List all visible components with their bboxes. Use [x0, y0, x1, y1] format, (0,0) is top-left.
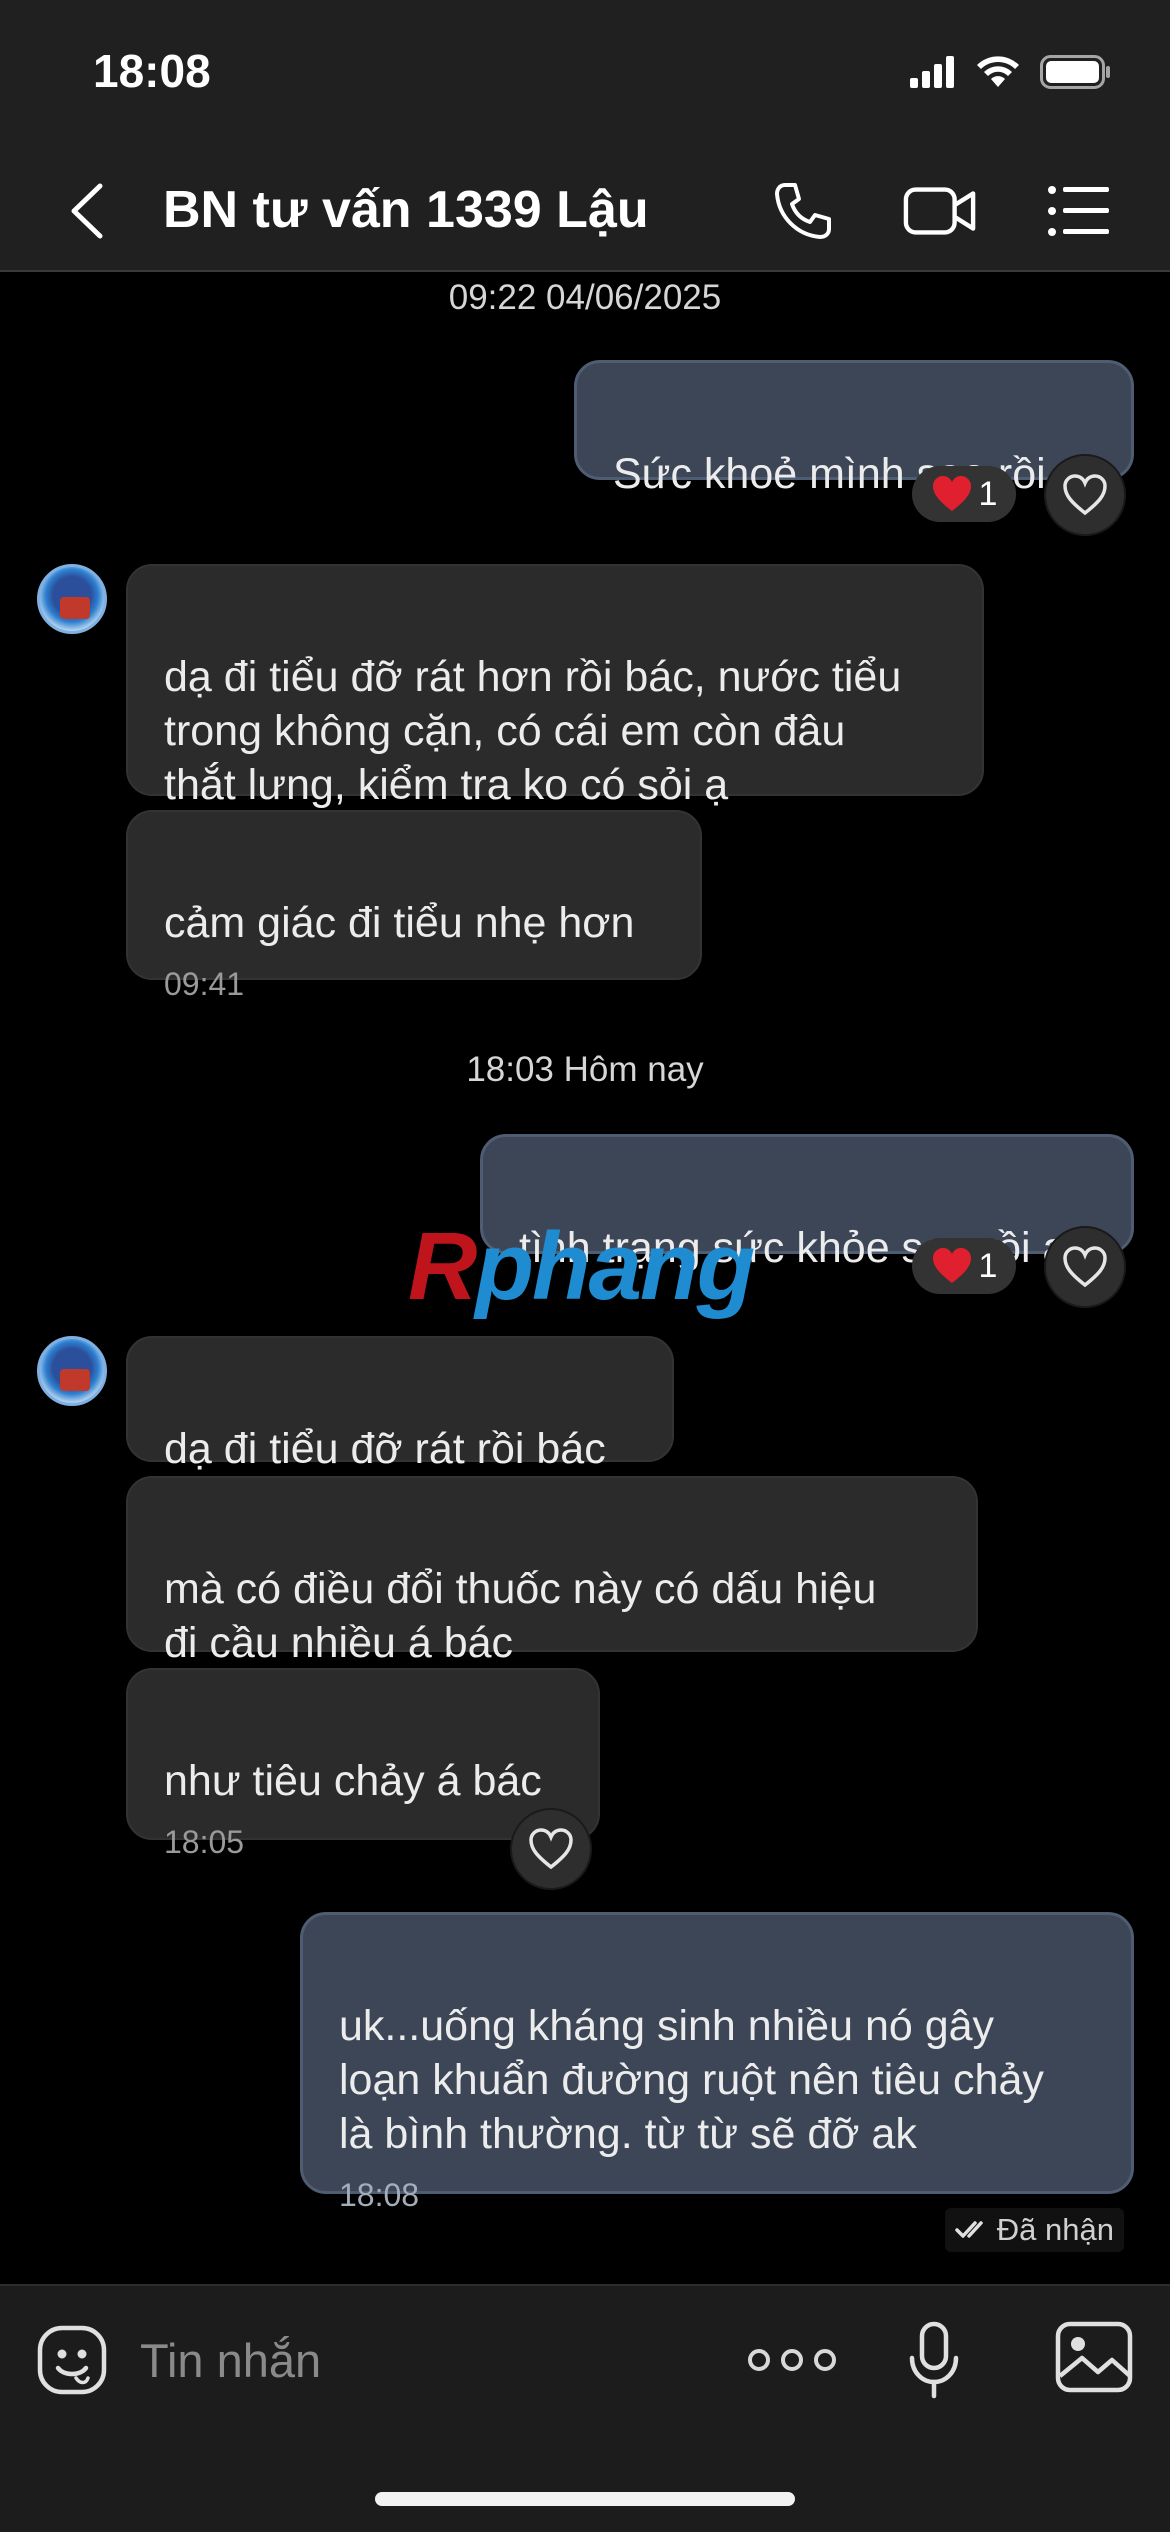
status-bar: 18:08 — [0, 0, 1170, 150]
reaction-badge[interactable]: 1 — [912, 466, 1016, 522]
react-button[interactable] — [1044, 454, 1126, 536]
status-icons — [910, 52, 1112, 92]
dot-icon — [748, 2349, 770, 2371]
message-text: dạ đi tiểu đỡ rát hơn rồi bác, nước tiểu… — [164, 653, 902, 809]
image-picker-button[interactable] — [1054, 2320, 1134, 2394]
react-button[interactable] — [510, 1808, 592, 1890]
microphone-icon — [909, 2321, 959, 2399]
menu-button[interactable] — [1042, 176, 1116, 246]
message-text: mà có điều đổi thuốc này có dấu hiệu đi … — [164, 1565, 877, 1667]
message-composer — [0, 2284, 1170, 2532]
reaction-badge[interactable]: 1 — [912, 1238, 1016, 1294]
watermark-logo: Rphang — [408, 1213, 755, 1320]
incoming-message[interactable]: dạ đi tiểu đỡ rát rồi bác — [126, 1336, 674, 1473]
outgoing-message[interactable]: uk...uống kháng sinh nhiều nó gây loạn k… — [300, 1912, 1134, 2213]
home-indicator[interactable] — [375, 2492, 795, 2506]
heart-outline-icon — [529, 1828, 573, 1870]
date-separator: 18:03 Hôm nay — [466, 1050, 704, 1089]
chevron-left-icon — [71, 183, 103, 239]
chat-title[interactable]: BN tư vấn 1339 Lậu — [163, 180, 649, 240]
chat-messages[interactable]: 09:22 04/06/2025 Sức khoẻ mình sao rồi ạ… — [0, 272, 1170, 2284]
chat-header: BN tư vấn 1339 Lậu — [0, 150, 1170, 272]
message-text: uk...uống kháng sinh nhiều nó gây loạn k… — [339, 2002, 1044, 2158]
emoji-sticker-icon — [37, 2325, 107, 2395]
video-camera-icon — [903, 187, 976, 235]
red-heart-icon — [932, 1248, 971, 1283]
dot-icon — [781, 2349, 803, 2371]
battery-icon — [1040, 55, 1110, 89]
list-menu-icon — [1048, 186, 1109, 236]
incoming-message[interactable]: dạ đi tiểu đỡ rát hơn rồi bác, nước tiểu… — [126, 564, 984, 809]
heart-outline-icon — [1063, 474, 1107, 516]
incoming-message[interactable]: cảm giác đi tiểu nhẹ hơn 09:41 — [126, 810, 702, 1002]
voice-call-button[interactable] — [766, 176, 840, 246]
heart-outline-icon — [1063, 1246, 1107, 1288]
dot-icon — [814, 2349, 836, 2371]
wifi-icon — [977, 56, 1019, 87]
message-text: cảm giác đi tiểu nhẹ hơn — [164, 899, 635, 947]
message-input[interactable] — [140, 2328, 700, 2392]
red-heart-icon — [932, 476, 971, 511]
voice-record-button[interactable] — [904, 2320, 964, 2400]
sticker-button[interactable] — [36, 2324, 108, 2396]
double-check-icon — [955, 2221, 983, 2238]
message-text: như tiêu chảy á bác — [164, 1757, 542, 1805]
message-time: 18:05 — [164, 1824, 245, 1860]
incoming-message[interactable]: mà có điều đổi thuốc này có dấu hiệu đi … — [126, 1476, 978, 1667]
phone-icon — [775, 183, 831, 239]
react-button[interactable] — [1044, 1226, 1126, 1308]
contact-avatar[interactable] — [37, 1336, 107, 1406]
date-separator: 09:22 04/06/2025 — [448, 278, 722, 317]
back-button[interactable] — [62, 178, 112, 244]
message-time: 09:41 — [164, 966, 245, 1002]
outgoing-message[interactable]: Sức khoẻ mình sao rồi ạ — [574, 360, 1134, 498]
delivery-status-text: Đã nhận — [996, 2212, 1114, 2247]
video-call-button[interactable] — [903, 176, 977, 246]
reaction-count: 1 — [978, 474, 998, 513]
more-options-button[interactable] — [748, 2330, 836, 2390]
status-time: 18:08 — [93, 45, 211, 97]
delivery-status: Đã nhận — [944, 2208, 1124, 2252]
reaction-count: 1 — [978, 1246, 998, 1285]
contact-avatar[interactable] — [37, 564, 107, 634]
message-text: dạ đi tiểu đỡ rát rồi bác — [164, 1425, 606, 1473]
image-gallery-icon — [1055, 2321, 1133, 2393]
cellular-signal-icon — [910, 56, 954, 88]
